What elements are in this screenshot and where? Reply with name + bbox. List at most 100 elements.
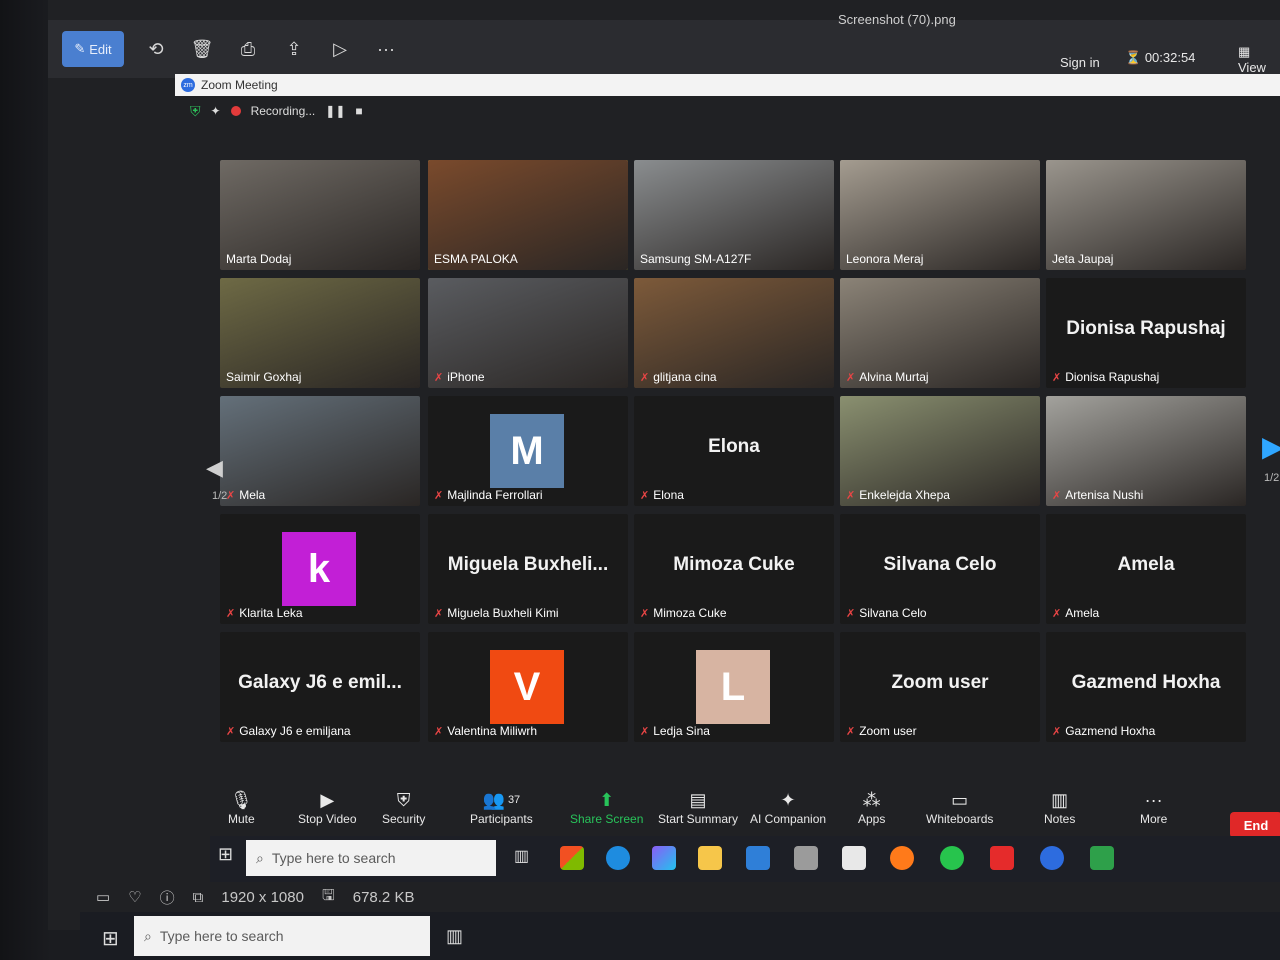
participant-name: Silvana Celo <box>859 606 927 620</box>
participant-tile[interactable]: Elona ✗ Elona <box>634 396 834 506</box>
task-view-icon[interactable]: ▥ <box>514 846 529 866</box>
participant-name: Elona <box>653 488 684 502</box>
participant-name: Enkelejda Xhepa <box>859 488 950 502</box>
stop-recording-icon[interactable]: ■ <box>355 104 362 118</box>
windows-start-icon-outer[interactable]: ⊞ <box>102 926 119 951</box>
windows-start-icon[interactable]: ⊞ <box>218 844 233 865</box>
fit-window-icon[interactable]: ▭ <box>96 888 110 906</box>
participant-tile[interactable]: Mimoza Cuke ✗ Mimoza Cuke <box>634 514 834 624</box>
participant-tile[interactable]: Saimir Goxhaj <box>220 278 420 388</box>
participant-name: Mimoza Cuke <box>653 606 727 620</box>
youtube-icon[interactable] <box>990 846 1014 870</box>
share-icon[interactable]: ⇪ <box>280 35 308 63</box>
print-icon[interactable]: ⎙ <box>234 35 262 63</box>
whatsapp-icon[interactable] <box>940 846 964 870</box>
notes-button[interactable]: ▥ Notes <box>1044 788 1075 827</box>
participant-tile[interactable]: L ✗ Ledja Sina <box>634 632 834 742</box>
whiteboards-label: Whiteboards <box>926 812 994 826</box>
taskbar-search-box[interactable]: ⌕ Type here to search <box>246 840 496 876</box>
microsoft-store-icon[interactable] <box>560 846 584 870</box>
participant-tile[interactable]: ✗ glitjana cina <box>634 278 834 388</box>
ai-companion-button[interactable]: ✦ AI Companion <box>750 788 826 827</box>
participant-name-label: ✗ Mimoza Cuke <box>640 606 727 620</box>
search-icon-outer: ⌕ <box>144 927 152 944</box>
whiteboards-button[interactable]: ▭ Whiteboards <box>926 788 994 827</box>
edge-browser-icon[interactable] <box>606 846 630 870</box>
delete-icon[interactable]: 🗑 <box>188 35 216 63</box>
participant-avatar: V <box>490 650 564 724</box>
participant-tile[interactable]: Samsung SM-A127F <box>634 160 834 270</box>
participant-name-label: ✗ Elona <box>640 488 684 502</box>
stop-video-button[interactable]: ▶︎ Stop Video <box>298 788 357 827</box>
participant-name-label: ESMA PALOKA <box>434 252 518 266</box>
file-explorer-icon[interactable] <box>698 846 722 870</box>
participant-tile[interactable]: ✗ Alvina Murtaj <box>840 278 1040 388</box>
participant-name: Mela <box>239 488 266 502</box>
participant-tile[interactable]: Leonora Meraj <box>840 160 1040 270</box>
security-button[interactable]: ⛨ Security <box>382 788 425 827</box>
participant-name-label: ✗ Valentina Miliwrh <box>434 724 537 738</box>
participants-label: Participants <box>470 812 533 826</box>
participant-tile[interactable]: k ✗ Klarita Leka <box>220 514 420 624</box>
edit-button[interactable]: ✎ Edit <box>62 31 124 67</box>
outlook-icon[interactable] <box>746 846 770 870</box>
more-options-icon[interactable]: ··· <box>372 35 400 63</box>
favorite-heart-icon[interactable]: ♡ <box>128 888 141 906</box>
pause-recording-icon[interactable]: ❚❚ <box>325 104 345 118</box>
excel-icon[interactable] <box>1090 846 1114 870</box>
participant-tile[interactable]: Marta Dodaj <box>220 160 420 270</box>
firefox-icon[interactable] <box>890 846 914 870</box>
participant-display-name: Gazmend Hoxha <box>1071 672 1221 693</box>
mute-button[interactable]: 🎙 Mute <box>228 788 255 827</box>
participant-tile[interactable]: ESMA PALOKA <box>428 160 628 270</box>
participant-tile[interactable]: Zoom user ✗ Zoom user <box>840 632 1040 742</box>
end-meeting-button[interactable]: End <box>1230 812 1280 838</box>
zoom-window-title: Zoom Meeting <box>201 78 278 92</box>
sign-in-link[interactable]: Sign in <box>1060 55 1100 70</box>
rotate-icon[interactable]: ⟲ <box>142 35 170 63</box>
muted-microphone-icon: ✗ <box>846 371 856 384</box>
security-shield-icon: ⛨ <box>396 789 411 810</box>
store-bag-icon[interactable] <box>842 846 866 870</box>
participant-name-label: Samsung SM-A127F <box>640 252 751 266</box>
apps-button[interactable]: ⁂ Apps <box>858 788 885 827</box>
participant-name: iPhone <box>447 370 485 384</box>
windows-taskbar-inner: ⊞ ⌕ Type here to search ▥ <box>210 836 1280 882</box>
muted-microphone-icon: ✗ <box>640 489 650 502</box>
share-screen-button[interactable]: ⬆ Share Screen <box>570 788 643 827</box>
zoom-app-icon[interactable] <box>1040 846 1064 870</box>
taskbar-search-box-outer[interactable]: ⌕ Type here to search <box>134 916 430 956</box>
info-icon[interactable]: ⓘ <box>160 887 175 908</box>
participant-tile[interactable]: Silvana Celo ✗ Silvana Celo <box>840 514 1040 624</box>
task-view-icon-outer[interactable]: ▥ <box>446 926 463 947</box>
participant-name-label: ✗ Amela <box>1052 606 1099 620</box>
participant-tile[interactable]: Gazmend Hoxha ✗ Gazmend Hoxha <box>1046 632 1246 742</box>
previous-page-arrow-icon[interactable]: ◀ <box>206 455 223 481</box>
view-button[interactable]: ▦ View <box>1238 44 1280 75</box>
participant-tile[interactable]: ✗ Enkelejda Xhepa <box>840 396 1040 506</box>
participant-tile[interactable]: Dionisa Rapushaj ✗ Dionisa Rapushaj <box>1046 278 1246 388</box>
summary-document-icon: ▤ <box>689 789 707 810</box>
participant-tile[interactable]: ✗ Mela <box>220 396 420 506</box>
page-indicator-left: 1/2 <box>212 490 228 502</box>
slideshow-icon[interactable]: ▷ <box>326 35 354 63</box>
participant-tile[interactable]: V ✗ Valentina Miliwrh <box>428 632 628 742</box>
participant-tile[interactable]: Miguela Buxheli... ✗ Miguela Buxheli Kimi <box>428 514 628 624</box>
muted-microphone-icon: ✗ <box>226 725 236 738</box>
muted-microphone-icon: ✗ <box>434 371 444 384</box>
participant-tile[interactable]: ✗ iPhone <box>428 278 628 388</box>
participant-tile[interactable]: Galaxy J6 e emil... ✗ Galaxy J6 e emiljana <box>220 632 420 742</box>
participant-name-label: ✗ Miguela Buxheli Kimi <box>434 606 559 620</box>
participant-tile[interactable]: M ✗ Majlinda Ferrollari <box>428 396 628 506</box>
participant-tile[interactable]: ✗ Artenisa Nushi <box>1046 396 1246 506</box>
participants-button[interactable]: 👥 37 Participants <box>470 788 533 827</box>
publisher-icon[interactable] <box>794 846 818 870</box>
next-page-arrow-icon[interactable]: ▶ <box>1262 430 1280 463</box>
participant-tile[interactable]: Amela ✗ Amela <box>1046 514 1246 624</box>
muted-microphone-icon: ✗ <box>640 371 650 384</box>
participant-tile[interactable]: Jeta Jaupaj <box>1046 160 1246 270</box>
copilot-icon[interactable] <box>652 846 676 870</box>
more-button[interactable]: ··· More <box>1140 788 1167 827</box>
search-placeholder-outer: Type here to search <box>159 928 284 944</box>
start-summary-button[interactable]: ▤ Start Summary <box>658 788 738 827</box>
